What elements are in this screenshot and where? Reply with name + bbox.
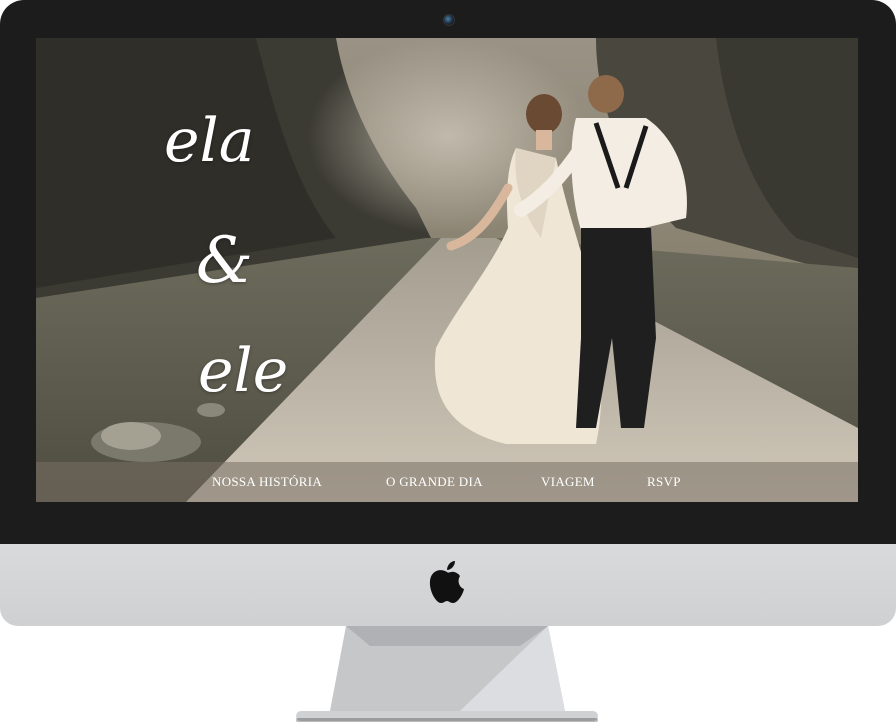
nav-viagem[interactable]: VIAGEM: [541, 474, 595, 490]
title-ampersand: &: [196, 224, 253, 298]
website-screen: ela & ele NOSSA HISTÓRIA O GRANDE DIA VI…: [36, 38, 858, 502]
nav-rsvp[interactable]: RSVP: [647, 474, 681, 490]
nav-o-grande-dia[interactable]: O GRANDE DIA: [386, 474, 483, 490]
title-ele: ele: [198, 336, 289, 406]
nav-nossa-historia[interactable]: NOSSA HISTÓRIA: [212, 474, 322, 490]
camera-icon: [443, 14, 455, 26]
monitor-stand: [296, 626, 598, 722]
hero-photo: [36, 38, 858, 502]
main-nav: NOSSA HISTÓRIA O GRANDE DIA VIAGEM RSVP: [36, 462, 858, 502]
title-ela: ela: [164, 106, 255, 176]
monitor-chin: [0, 544, 896, 626]
apple-icon: [429, 561, 464, 603]
